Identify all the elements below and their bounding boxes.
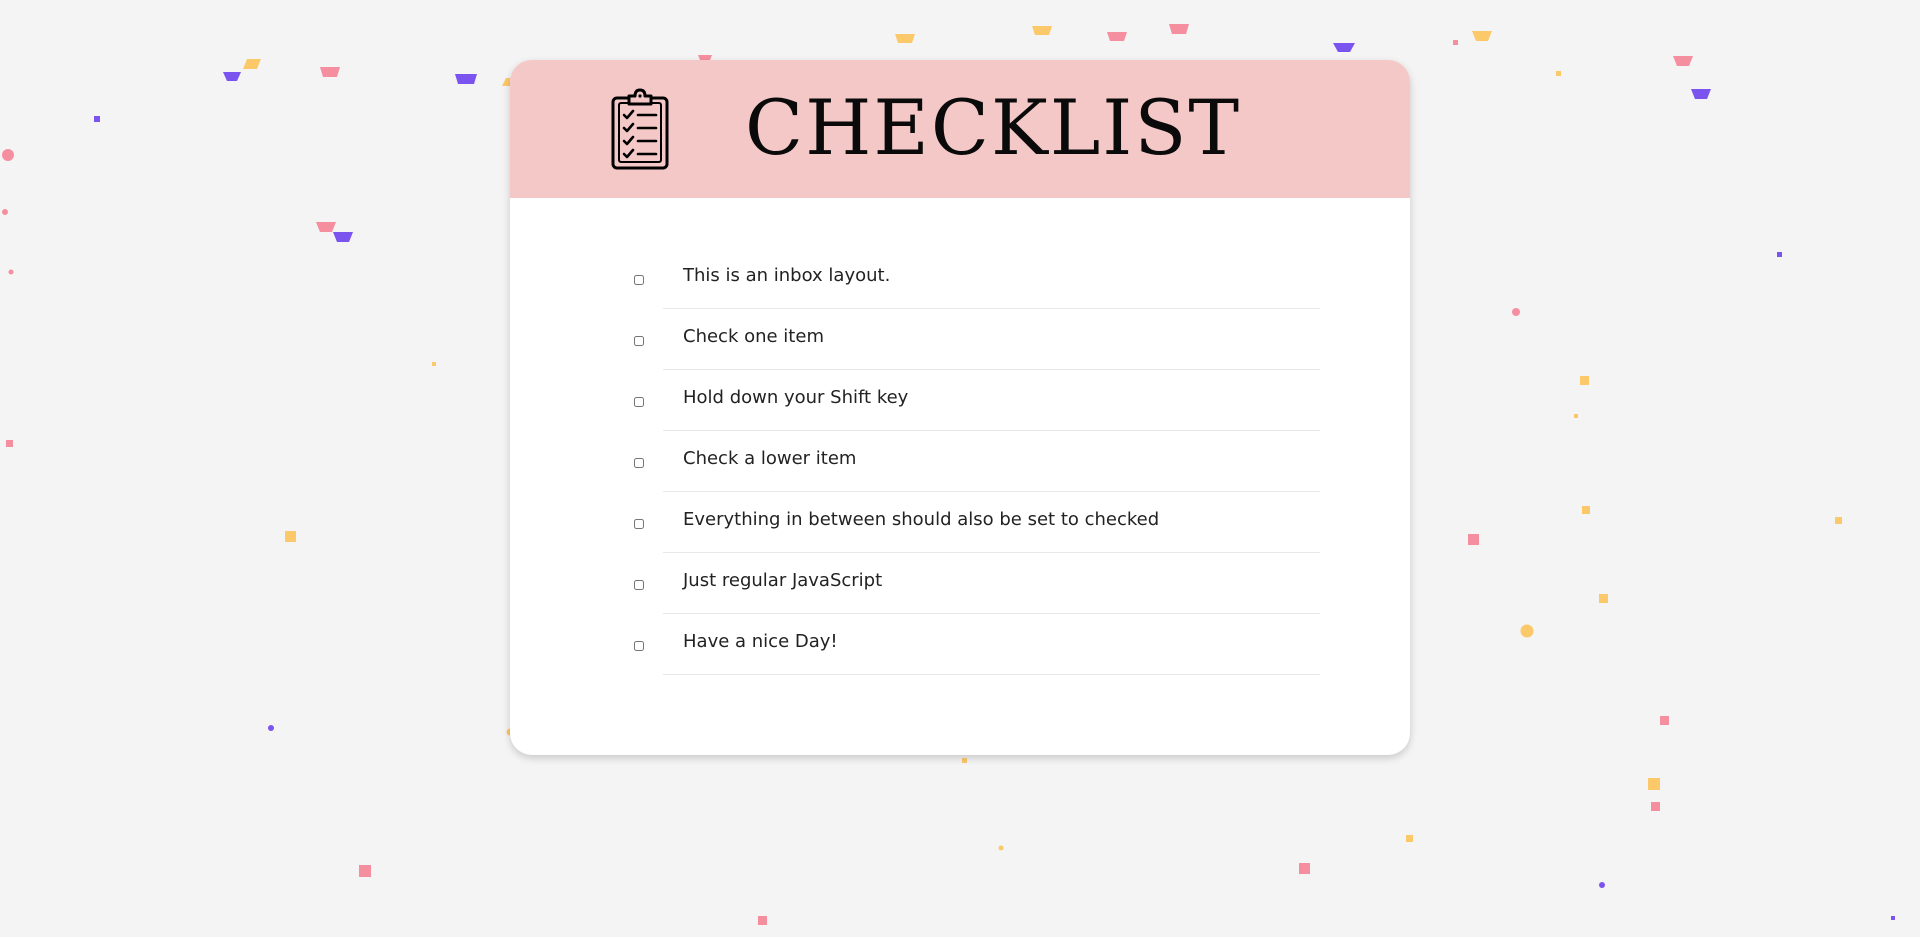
checklist-item: Everything in between should also be set… — [630, 492, 1320, 553]
checklist-item: Have a nice Day! — [630, 614, 1320, 675]
checklist-item: Check one item — [630, 309, 1320, 370]
checklist-item: Check a lower item — [630, 431, 1320, 492]
page-title: CHECKLIST — [745, 83, 1242, 172]
item-checkbox[interactable] — [634, 458, 644, 468]
item-label[interactable]: Check one item — [683, 326, 824, 347]
item-label[interactable]: Check a lower item — [683, 448, 856, 469]
page: CHECKLIST This is an inbox layout. Check… — [0, 0, 1920, 937]
item-label[interactable]: Just regular JavaScript — [683, 570, 882, 591]
item-checkbox[interactable] — [634, 397, 644, 407]
item-label[interactable]: Everything in between should also be set… — [683, 509, 1159, 530]
item-checkbox[interactable] — [634, 580, 644, 590]
checklist-item: Hold down your Shift key — [630, 370, 1320, 431]
item-divider — [663, 674, 1320, 675]
item-checkbox[interactable] — [634, 336, 644, 346]
clipboard-checklist-icon — [611, 88, 669, 170]
item-label[interactable]: Have a nice Day! — [683, 631, 838, 652]
checklist-item: Just regular JavaScript — [630, 553, 1320, 614]
card-header: CHECKLIST — [510, 60, 1410, 198]
item-label[interactable]: This is an inbox layout. — [683, 265, 890, 286]
item-label[interactable]: Hold down your Shift key — [683, 387, 908, 408]
item-checkbox[interactable] — [634, 275, 644, 285]
checklist: This is an inbox layout. Check one item … — [630, 248, 1320, 675]
checklist-card: CHECKLIST This is an inbox layout. Check… — [510, 60, 1410, 755]
checklist-item: This is an inbox layout. — [630, 248, 1320, 309]
item-checkbox[interactable] — [634, 519, 644, 529]
item-checkbox[interactable] — [634, 641, 644, 651]
